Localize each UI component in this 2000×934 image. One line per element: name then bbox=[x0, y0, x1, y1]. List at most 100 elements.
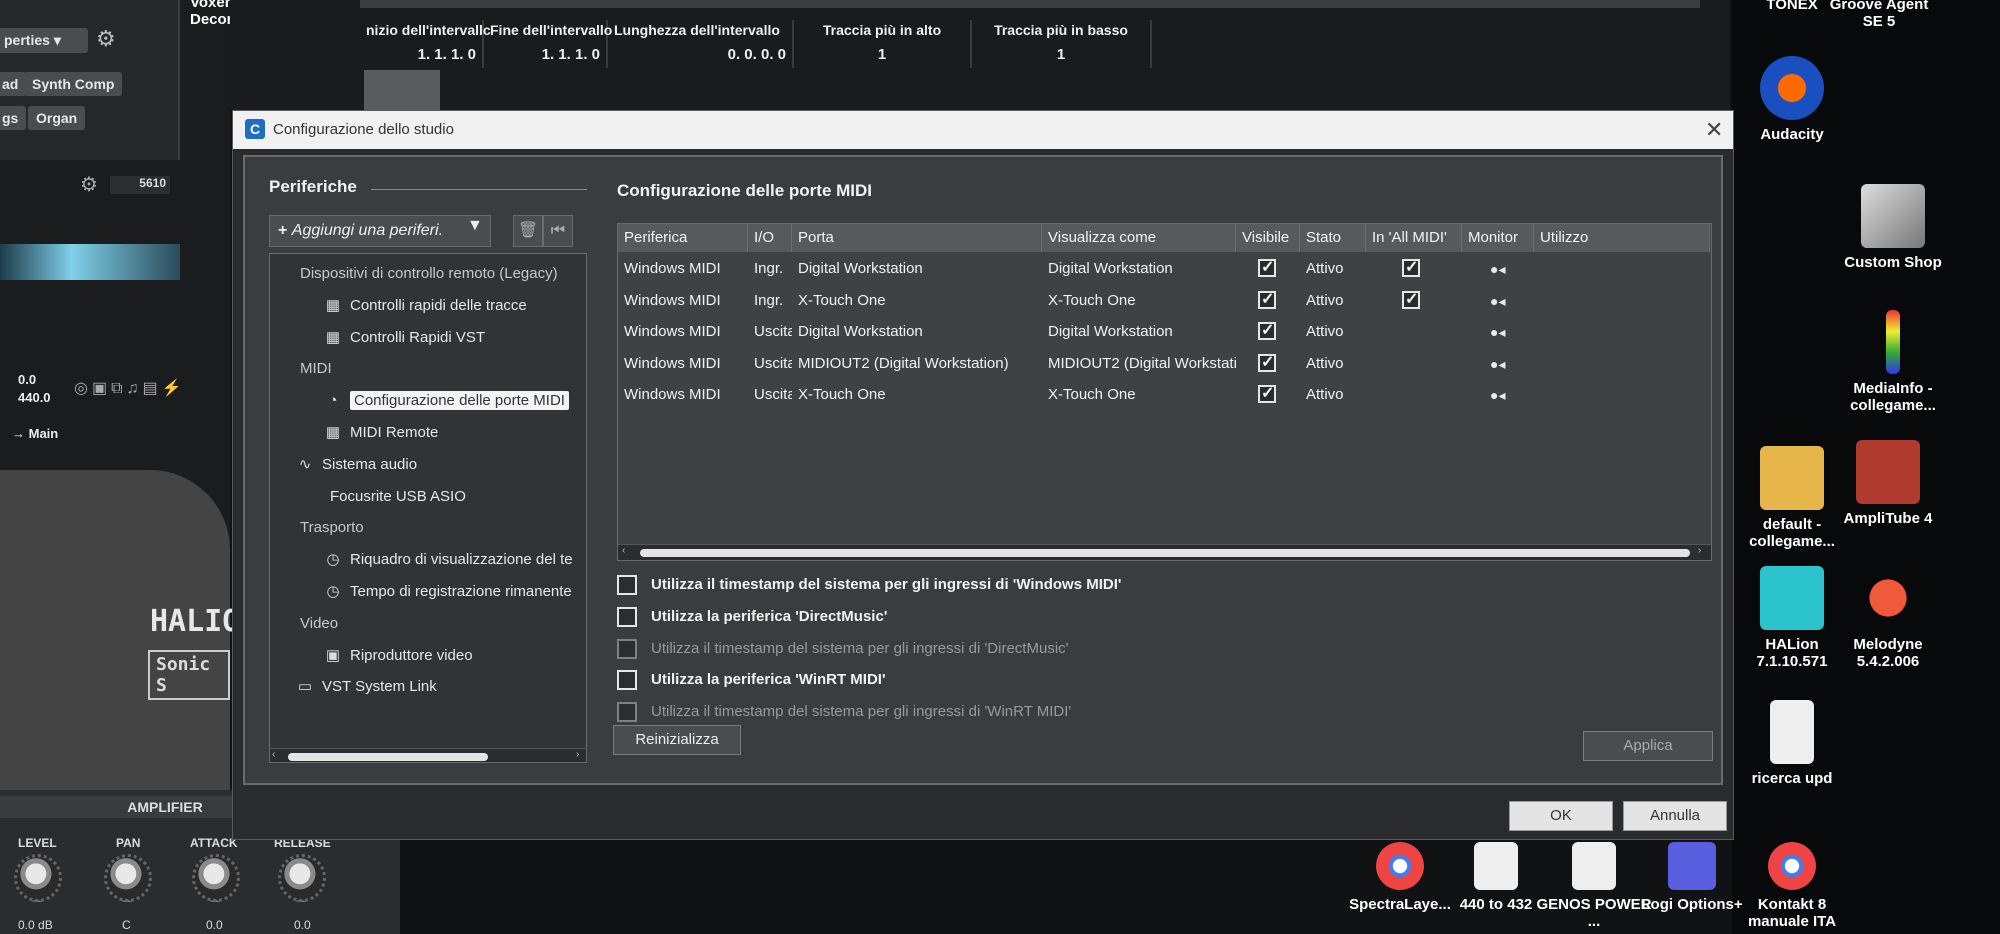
table-row[interactable]: Windows MIDI Uscita Digital Workstation Dig… bbox=[618, 319, 1711, 347]
attack-knob[interactable] bbox=[192, 854, 240, 902]
tree-item[interactable]: Dispositivi di controllo remoto (Legacy) bbox=[300, 262, 558, 286]
preset-button[interactable]: gs bbox=[0, 106, 27, 130]
table-row[interactable]: Windows MIDI Ingr. Digital Workstation Digi… bbox=[618, 256, 1711, 284]
table-scrollbar[interactable]: ‹ › bbox=[618, 544, 1711, 560]
option-checkbox-row[interactable]: Utilizza la periferica 'WinRT MIDI' bbox=[617, 670, 886, 694]
tree-item[interactable]: ∿ Sistema audio bbox=[294, 453, 417, 477]
column-header[interactable]: Visibile bbox=[1236, 224, 1300, 252]
monitor-icon[interactable]: ●◂ bbox=[1490, 293, 1505, 310]
option-label: Utilizza il timestamp del sistema per gl… bbox=[651, 575, 1122, 593]
tree-item[interactable]: ◔ Configurazione delle porte MIDI bbox=[322, 389, 569, 413]
range-length[interactable]: Lunghezza dell'intervallo 0. 0. 0. 0 bbox=[608, 20, 794, 68]
tree-item[interactable]: ▦ Controlli Rapidi VST bbox=[322, 326, 485, 350]
option-checkbox-row[interactable]: Utilizza il timestamp del sistema per gl… bbox=[617, 575, 1121, 599]
table-row[interactable]: Windows MIDI Uscita X-Touch One X-Touch One… bbox=[618, 382, 1711, 410]
visible-checkbox[interactable] bbox=[1258, 352, 1276, 372]
desktop-icon-melodyne[interactable]: Melodyne 5.4.2.006 bbox=[1828, 566, 1948, 670]
visible-checkbox[interactable] bbox=[1258, 383, 1276, 404]
column-header[interactable]: Utilizzo bbox=[1534, 224, 1710, 252]
add-device-button[interactable]: + Aggiungi una periferi. bbox=[269, 215, 491, 247]
column-header[interactable]: In 'All MIDI' bbox=[1366, 224, 1462, 252]
option-checkbox-row[interactable]: Utilizza la periferica 'DirectMusic' bbox=[617, 606, 887, 631]
tree-scrollbar[interactable]: ‹ › bbox=[270, 748, 586, 762]
reset-button[interactable]: Reinizializza bbox=[613, 725, 741, 755]
table-row[interactable]: Windows MIDI Uscita MIDIOUT2 (Digital Work… bbox=[618, 351, 1711, 379]
dropdown-arrow-icon[interactable]: ▼ bbox=[467, 217, 483, 235]
gain-value[interactable]: 0.0 bbox=[18, 372, 36, 387]
cancel-button[interactable]: Annulla bbox=[1623, 801, 1727, 831]
checkbox[interactable] bbox=[617, 606, 637, 627]
preset-button[interactable]: Organ bbox=[28, 106, 86, 130]
ok-button[interactable]: OK bbox=[1509, 801, 1613, 831]
visible-checkbox[interactable] bbox=[1258, 289, 1276, 309]
column-header[interactable]: Porta bbox=[792, 224, 1042, 252]
tree-item[interactable]: ▦ Controlli rapidi delle tracce bbox=[322, 294, 527, 318]
tree-item[interactable]: ▭ VST System Link bbox=[294, 675, 437, 699]
visible-checkbox[interactable] bbox=[1258, 320, 1276, 341]
range-end[interactable]: Fine dell'intervallo 1. 1. 1. 0 bbox=[484, 20, 612, 68]
all-midi-checkbox[interactable] bbox=[1402, 257, 1420, 277]
scroll-left-icon[interactable]: ‹ bbox=[272, 749, 275, 760]
tempo-value[interactable]: 440.0 bbox=[18, 390, 51, 405]
column-header[interactable]: Visualizza come bbox=[1042, 224, 1236, 252]
option-checkbox-row: Utilizza il timestamp del sistema per gl… bbox=[617, 702, 1071, 726]
dialog-titlebar[interactable]: C Configurazione dello studio ✕ bbox=[233, 111, 1733, 149]
scroll-thumb[interactable] bbox=[288, 753, 488, 761]
tree-item[interactable]: MIDI bbox=[300, 357, 332, 381]
desktop-icon-groove-agent[interactable]: Groove Agent SE 5 bbox=[1824, 0, 1934, 30]
desktop-icon-ricerca[interactable]: ricerca upd bbox=[1732, 700, 1852, 787]
close-icon[interactable]: ✕ bbox=[1705, 117, 1723, 143]
desktop-icon-kontakt[interactable]: Kontakt 8 manuale ITA bbox=[1732, 842, 1852, 930]
reset-device-icon[interactable]: ⏮ bbox=[543, 215, 573, 247]
column-header[interactable]: I/O bbox=[748, 224, 792, 252]
scroll-right-icon[interactable]: › bbox=[1698, 545, 1701, 556]
tree-item[interactable]: ▣ Riproduttore video bbox=[322, 644, 473, 668]
midi-icon: ▦ bbox=[325, 424, 341, 441]
monitor-icon[interactable]: ●◂ bbox=[1490, 261, 1505, 278]
output-routing[interactable]: → Main bbox=[12, 426, 58, 441]
scroll-thumb[interactable] bbox=[640, 549, 1690, 557]
desktop-icon-audacity[interactable]: Audacity bbox=[1732, 56, 1852, 143]
table-cell-periferica: Windows MIDI bbox=[624, 354, 721, 372]
tree-item[interactable]: Focusrite USB ASIO bbox=[330, 485, 466, 509]
pan-knob[interactable] bbox=[104, 854, 152, 902]
gear-icon[interactable]: ⚙ bbox=[80, 172, 98, 197]
table-cell-porta: Digital Workstation bbox=[798, 323, 923, 341]
scroll-left-icon[interactable]: ‹ bbox=[622, 545, 625, 556]
tree-item[interactable]: ◷ Tempo di registrazione rimanente bbox=[322, 580, 571, 604]
column-header[interactable]: Monitor bbox=[1462, 224, 1534, 252]
visible-checkbox[interactable] bbox=[1258, 257, 1276, 277]
bottom-track[interactable]: Traccia più in basso 1 bbox=[972, 20, 1152, 68]
checkbox bbox=[617, 638, 637, 659]
checkbox[interactable] bbox=[617, 575, 637, 595]
column-header[interactable]: Stato bbox=[1300, 224, 1366, 252]
channel-buttons[interactable]: ◎▣⧉♫▤⚡ bbox=[74, 378, 186, 398]
gear-icon[interactable]: ⚙ bbox=[96, 26, 116, 52]
apply-button[interactable]: Applica bbox=[1583, 731, 1713, 761]
table-row[interactable]: Windows MIDI Ingr. X-Touch One X-Touch One A… bbox=[618, 288, 1711, 316]
monitor-icon[interactable]: ●◂ bbox=[1490, 356, 1505, 373]
desktop-icon-custom-shop[interactable]: Custom Shop bbox=[1828, 184, 1958, 271]
desktop-icon-mediainfo[interactable]: MediaInfo - collegame... bbox=[1828, 310, 1958, 414]
table-cell-io: Uscita bbox=[754, 354, 792, 372]
preset-selector[interactable]: perties ▾ bbox=[0, 28, 88, 53]
tree-item[interactable]: ◷ Riquadro di visualizzazione del te bbox=[322, 548, 572, 572]
column-header[interactable]: Periferica bbox=[618, 224, 748, 252]
range-start[interactable]: nizio dell'intervallc 1. 1. 1. 0 bbox=[360, 20, 491, 68]
tree-item[interactable]: Video bbox=[300, 612, 338, 636]
preset-button[interactable]: ad bbox=[0, 72, 27, 96]
trash-icon[interactable]: 🗑 bbox=[513, 215, 543, 247]
top-track[interactable]: Traccia più in alto 1 bbox=[794, 20, 972, 68]
scroll-right-icon[interactable]: › bbox=[576, 749, 579, 760]
preset-button[interactable]: Synth Comp bbox=[24, 72, 123, 96]
monitor-icon[interactable]: ●◂ bbox=[1490, 387, 1505, 404]
monitor-icon[interactable]: ●◂ bbox=[1490, 324, 1505, 341]
level-knob[interactable] bbox=[14, 854, 62, 902]
device-tree: Dispositivi di controllo remoto (Legacy)… bbox=[269, 253, 587, 763]
desktop-icon-amplitube[interactable]: AmpliTube 4 bbox=[1828, 440, 1948, 527]
tree-item[interactable]: ▦ MIDI Remote bbox=[322, 421, 438, 445]
all-midi-checkbox[interactable] bbox=[1402, 289, 1420, 309]
tree-item[interactable]: Trasporto bbox=[300, 516, 364, 540]
checkbox[interactable] bbox=[617, 670, 637, 691]
release-knob[interactable] bbox=[278, 854, 326, 902]
